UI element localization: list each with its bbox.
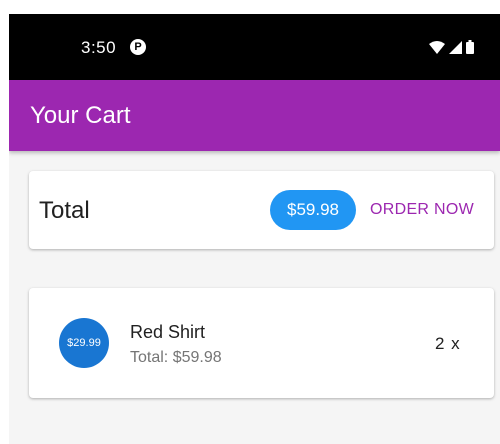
status-time: 3:50 xyxy=(81,38,117,57)
status-icons xyxy=(429,40,474,59)
total-card: Total $59.98 ORDER NOW xyxy=(29,171,494,249)
cart-item[interactable]: $29.99 Red Shirt Total: $59.98 2 x xyxy=(29,288,494,398)
item-subtotal: Total: $59.98 xyxy=(130,349,222,366)
wifi-icon xyxy=(429,40,445,59)
pocket-casts-icon: P xyxy=(130,39,146,55)
page-title: Your Cart xyxy=(30,102,131,129)
total-label: Total xyxy=(39,197,90,224)
item-price-avatar: $29.99 xyxy=(59,318,109,368)
status-bar: 3:50 P xyxy=(9,14,500,80)
app-screen: 3:50 P Your Cart Total $59.98 ORDER NOW … xyxy=(9,14,500,444)
total-amount-chip: $59.98 xyxy=(270,190,356,230)
signal-icon xyxy=(449,40,462,59)
item-quantity: 2 x xyxy=(435,334,461,353)
item-name: Red Shirt xyxy=(130,322,206,342)
battery-icon xyxy=(466,40,474,59)
order-now-button[interactable]: ORDER NOW xyxy=(366,190,478,230)
app-bar: Your Cart xyxy=(9,80,500,151)
